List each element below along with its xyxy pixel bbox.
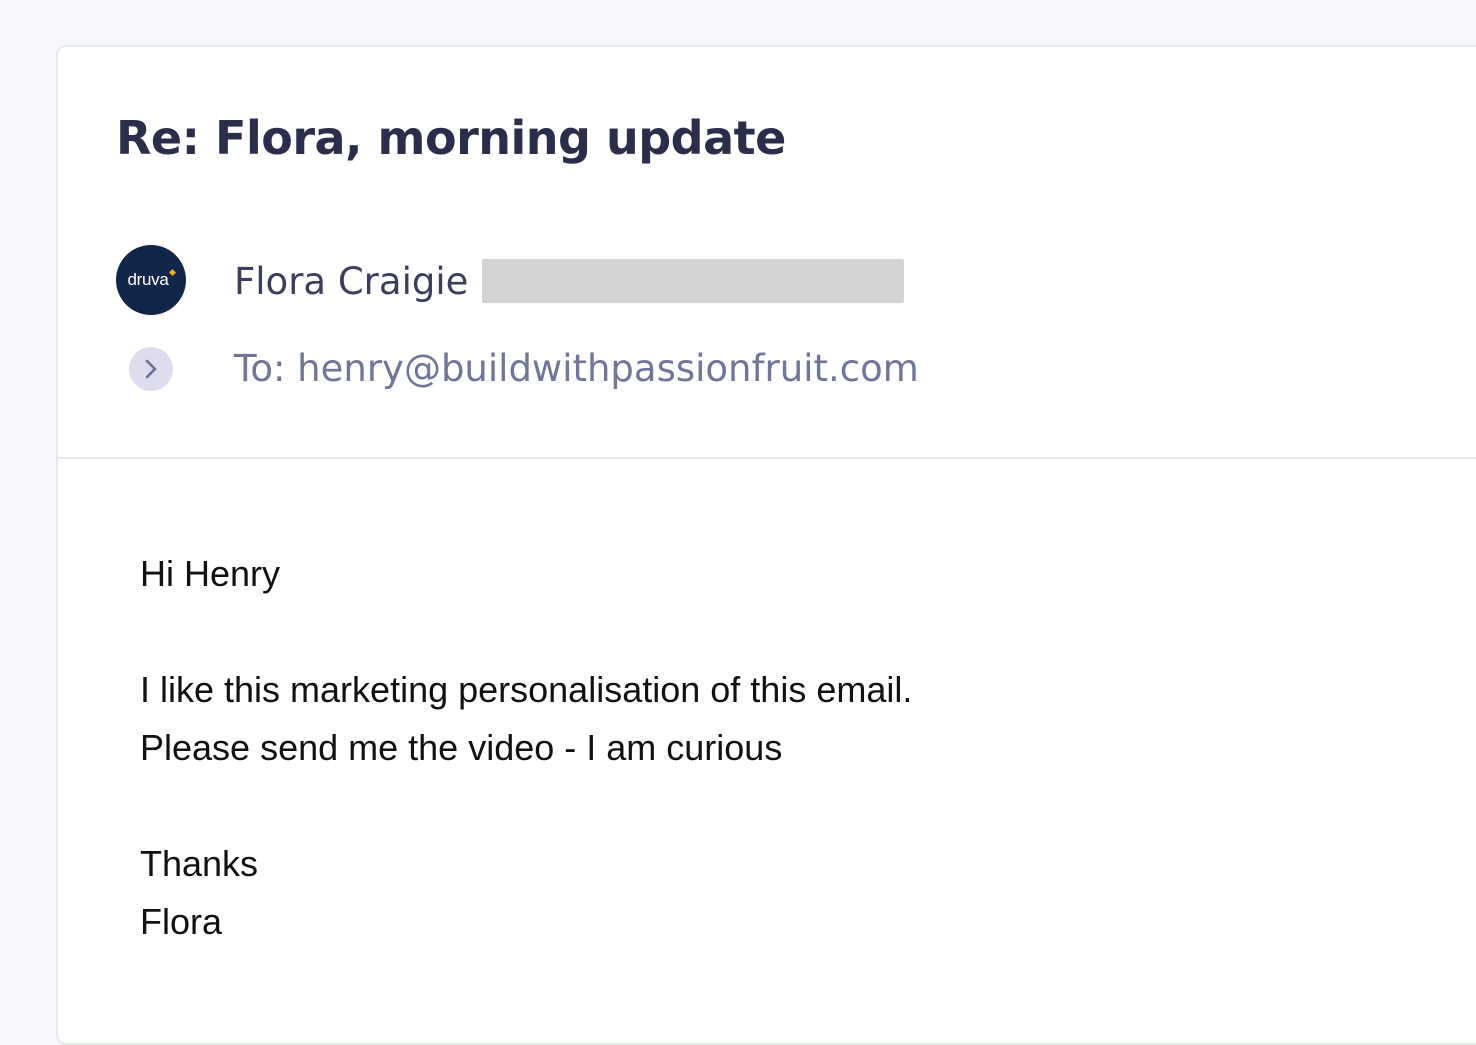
chevron-right-icon	[145, 359, 157, 379]
body-signature: Flora	[140, 901, 223, 942]
header-divider	[58, 457, 1476, 459]
sender-avatar: druva	[116, 245, 186, 315]
email-body: Hi Henry I like this marketing personali…	[140, 545, 912, 951]
sender-name: Flora Craigie	[234, 259, 469, 303]
expand-recipients-button[interactable]	[129, 347, 173, 391]
body-line: Please send me the video - I am curious	[140, 727, 783, 768]
body-greeting: Hi Henry	[140, 553, 281, 594]
redacted-sender-email	[482, 259, 905, 303]
email-card: Re: Flora, morning update druva Flora Cr…	[56, 45, 1476, 1045]
recipient-line: To: henry@buildwithpassionfruit.com	[234, 347, 919, 390]
druva-logo: druva	[127, 270, 169, 289]
body-signoff: Thanks	[140, 843, 259, 884]
email-subject: Re: Flora, morning update	[116, 111, 786, 165]
logo-accent	[168, 268, 176, 276]
body-line: I like this marketing personalisation of…	[140, 669, 913, 710]
sender-row: Flora Craigie	[234, 259, 905, 303]
